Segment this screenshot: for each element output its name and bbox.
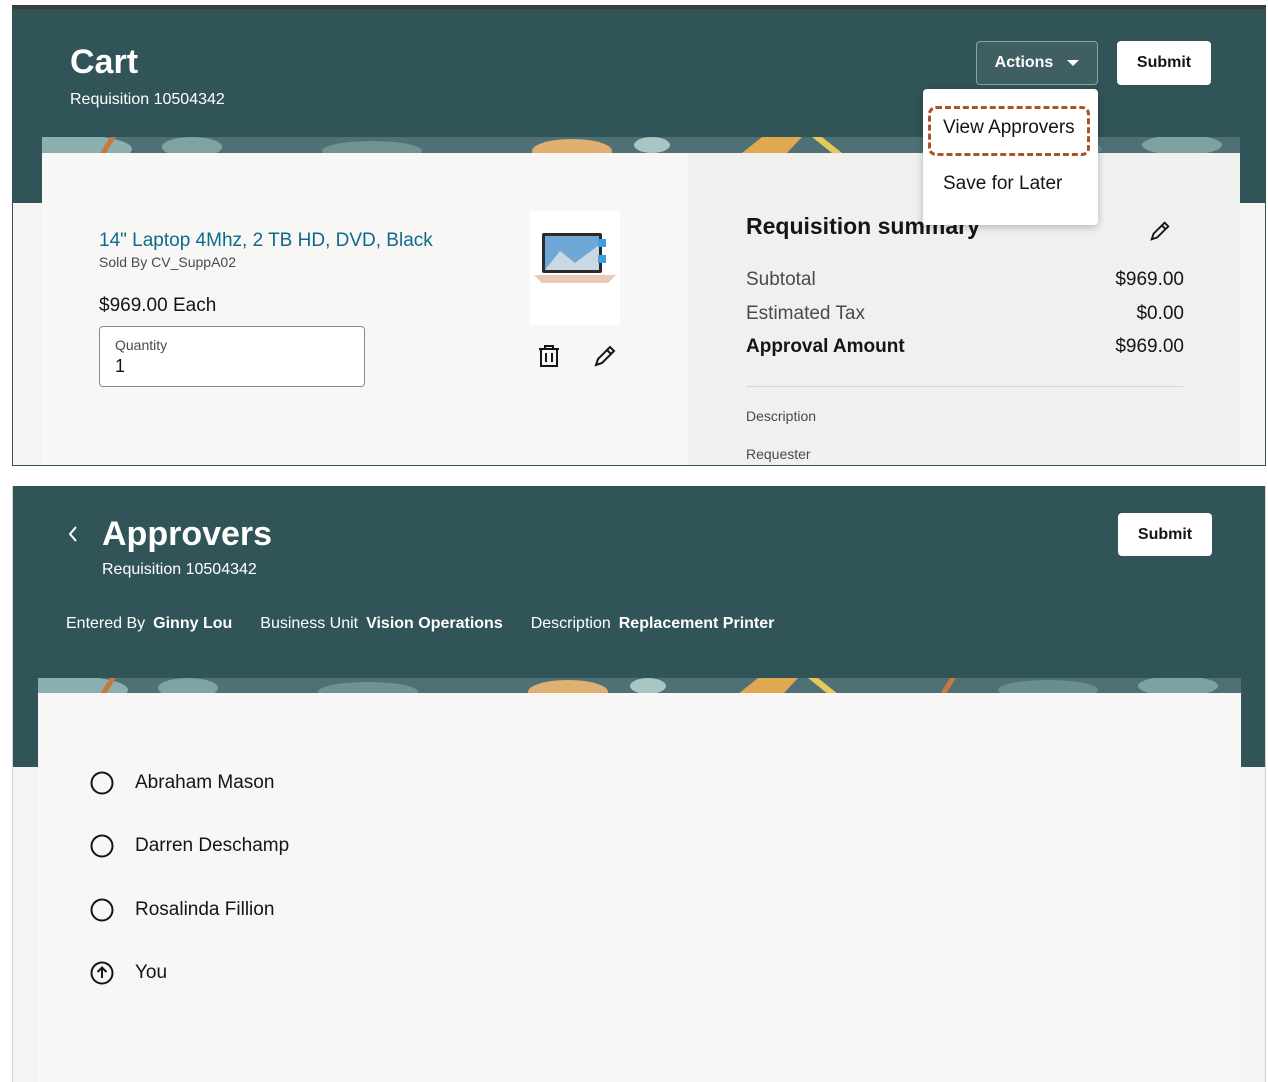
menu-item-save-for-later[interactable]: Save for Later <box>943 173 1062 195</box>
actions-label: Actions <box>994 54 1054 71</box>
requisition-number: Requisition 10504342 <box>102 561 257 578</box>
entered-by-value: Ginny Lou <box>153 615 233 632</box>
menu-item-view-approvers[interactable]: View Approvers <box>943 117 1075 139</box>
item-price: $969.00 Each <box>99 295 217 316</box>
submit-button[interactable]: Submit <box>1118 513 1212 556</box>
requisition-number: Requisition 10504342 <box>70 91 225 108</box>
trash-icon[interactable] <box>536 343 562 369</box>
decorative-banner <box>38 678 1241 694</box>
circle-icon <box>90 834 114 858</box>
estimated-tax-value: $0.00 <box>1136 303 1184 324</box>
business-unit-value: Vision Operations <box>366 615 503 632</box>
requisition-meta: Entered By Ginny Lou Business Unit Visio… <box>66 615 774 633</box>
approver-item: Abraham Mason <box>89 768 274 798</box>
estimated-tax-label: Estimated Tax <box>746 303 865 324</box>
approver-item: Darren Deschamp <box>89 831 289 861</box>
arrow-up-circle-icon <box>90 961 114 985</box>
approver-item: Rosalinda Fillion <box>89 895 274 925</box>
item-name-link[interactable]: 14" Laptop 4Mhz, 2 TB HD, DVD, Black <box>99 230 433 252</box>
approval-amount-label: Approval Amount <box>746 336 905 357</box>
cart-panel: Cart Requisition 10504342 Actions Submit… <box>12 5 1266 466</box>
submit-button[interactable]: Submit <box>1117 41 1211 85</box>
page-title: Approvers <box>102 515 273 553</box>
page-title: Cart <box>70 43 139 81</box>
entered-by-label: Entered By <box>66 615 146 632</box>
quantity-label: Quantity <box>115 337 168 353</box>
approvers-panel: Approvers Requisition 10504342 Submit En… <box>12 486 1266 1082</box>
subtotal-label: Subtotal <box>746 269 816 290</box>
actions-button[interactable]: Actions <box>976 41 1098 85</box>
edit-pencil-icon[interactable] <box>592 343 618 369</box>
approvers-content-card <box>38 693 1241 1082</box>
laptop-image <box>530 211 620 325</box>
actions-dropdown-menu: View Approvers Save for Later <box>923 89 1098 225</box>
description-value: Replacement Printer <box>618 615 775 632</box>
approver-name: You <box>135 962 168 983</box>
sold-by-label: Sold By CV_SuppA02 <box>99 254 236 270</box>
back-chevron-icon[interactable] <box>65 524 81 544</box>
approval-amount-value: $969.00 <box>1115 336 1184 357</box>
quantity-field[interactable]: Quantity 1 <box>99 326 365 387</box>
approver-name: Abraham Mason <box>135 772 275 793</box>
summary-divider <box>746 386 1183 387</box>
description-label: Description <box>530 615 611 632</box>
business-unit-label: Business Unit <box>260 615 359 632</box>
approver-name: Darren Deschamp <box>135 835 290 856</box>
approver-item-current: You <box>89 958 167 988</box>
description-label: Description <box>746 408 817 424</box>
subtotal-value: $969.00 <box>1115 269 1184 290</box>
quantity-value: 1 <box>115 356 126 376</box>
chevron-down-icon <box>1067 60 1080 66</box>
decorative-pattern <box>38 678 1241 694</box>
approver-name: Rosalinda Fillion <box>135 899 275 920</box>
requester-label: Requester <box>746 446 811 462</box>
circle-icon <box>90 898 114 922</box>
summary-edit-pencil-icon[interactable] <box>1148 219 1172 243</box>
circle-icon <box>90 771 114 795</box>
